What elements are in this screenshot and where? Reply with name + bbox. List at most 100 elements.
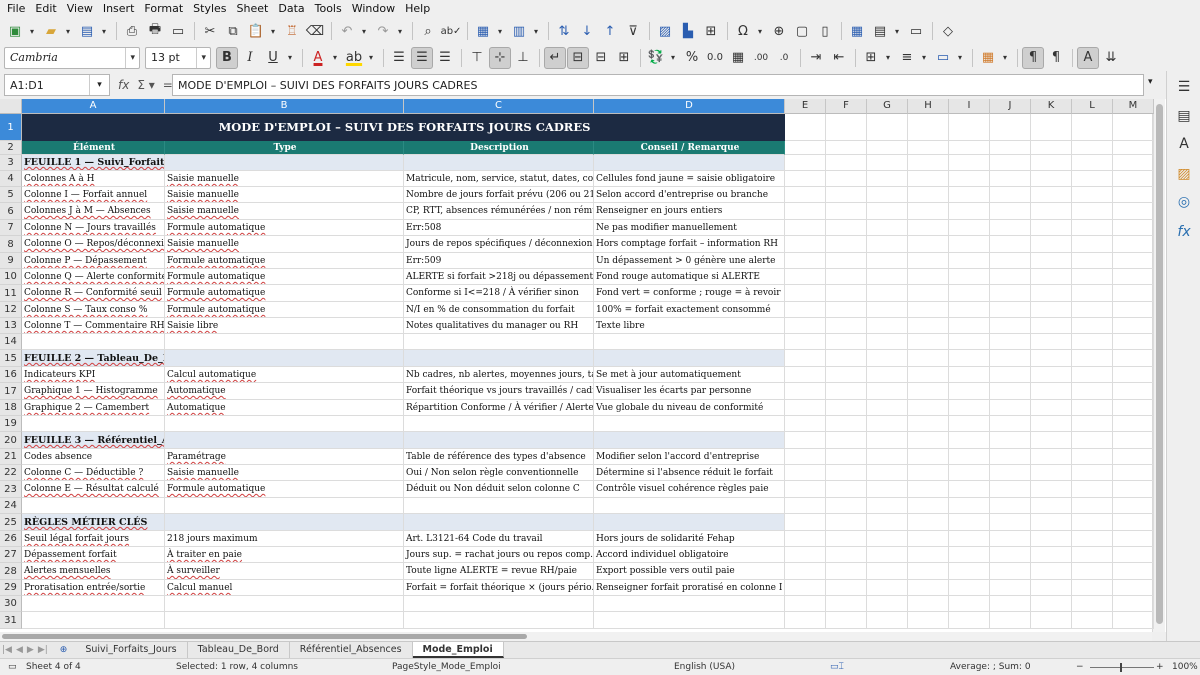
align-top-icon[interactable]: ⊤ <box>466 47 488 69</box>
grid-cell[interactable] <box>826 253 867 269</box>
zoom-level[interactable]: 100% <box>1172 662 1198 672</box>
grid-cell[interactable] <box>826 334 867 350</box>
grid-cell[interactable] <box>867 141 908 155</box>
grid-cell[interactable] <box>867 580 908 596</box>
export-pdf-icon[interactable]: ⎙ <box>121 20 143 42</box>
grid-cell[interactable] <box>949 253 990 269</box>
decrease-indent-icon[interactable]: ⇤ <box>828 47 850 69</box>
data-cell[interactable]: Colonnes A à H <box>22 171 165 187</box>
grid-cell[interactable] <box>785 220 826 236</box>
row-header[interactable]: 30 <box>0 596 22 612</box>
grid-cell[interactable] <box>949 531 990 547</box>
data-cell[interactable]: Formule automatique <box>165 302 404 318</box>
sheet-tab[interactable]: Référentiel_Absences <box>290 642 413 658</box>
grid-cell[interactable] <box>908 596 949 612</box>
grid-cell[interactable] <box>908 481 949 498</box>
section-filler-cell[interactable] <box>165 155 404 171</box>
grid-cell[interactable] <box>826 547 867 563</box>
grid-cell[interactable] <box>1031 367 1072 383</box>
grid-cell[interactable] <box>785 612 826 629</box>
data-cell[interactable]: Colonne T — Commentaire RH <box>22 318 165 334</box>
grid-cell[interactable] <box>1113 285 1154 302</box>
menu-edit[interactable]: Edit <box>30 0 61 18</box>
row-header[interactable]: 2 <box>0 141 22 155</box>
chevron-down-icon[interactable]: ▾ <box>196 47 206 68</box>
grid-cell[interactable] <box>1072 580 1113 596</box>
grid-cell[interactable] <box>908 416 949 432</box>
grid-cell[interactable] <box>1113 432 1154 449</box>
data-cell[interactable]: Détermine si l'absence réduit le forfait <box>594 465 785 481</box>
grid-cell[interactable] <box>908 432 949 449</box>
menu-styles[interactable]: Styles <box>188 0 231 18</box>
data-cell[interactable]: Paramétrage <box>165 449 404 465</box>
formula-input[interactable]: MODE D'EMPLOI – SUIVI DES FORFAITS JOURS… <box>172 74 1144 96</box>
special-character-dropdown-icon[interactable]: ▾ <box>755 20 765 42</box>
data-cell[interactable]: Colonne Q — Alerte conformité <box>22 269 165 285</box>
row-header[interactable]: 26 <box>0 531 22 547</box>
open-dropdown-icon[interactable]: ▾ <box>63 20 73 42</box>
row-header[interactable]: 24 <box>0 498 22 514</box>
grid-cell[interactable] <box>908 547 949 563</box>
grid-cell[interactable] <box>785 236 826 253</box>
grid-cell[interactable] <box>990 155 1031 171</box>
data-cell[interactable]: Cellules fond jaune = saisie obligatoire <box>594 171 785 187</box>
grid-cell[interactable] <box>1031 383 1072 400</box>
grid-cell[interactable] <box>826 302 867 318</box>
grid-cell[interactable] <box>1113 547 1154 563</box>
data-cell[interactable]: 100% = forfait exactement consommé <box>594 302 785 318</box>
grid-cell[interactable] <box>826 187 867 203</box>
grid-cell[interactable] <box>1072 334 1113 350</box>
grid-cell[interactable] <box>826 400 867 416</box>
grid-cell[interactable] <box>1072 547 1113 563</box>
grid-cell[interactable] <box>990 612 1031 629</box>
border-color-icon[interactable]: ▭ <box>932 47 954 69</box>
section-filler-cell[interactable] <box>594 514 785 531</box>
grid-cell[interactable] <box>1031 253 1072 269</box>
grid-cell[interactable] <box>1072 220 1113 236</box>
data-cell[interactable]: Accord individuel obligatoire <box>594 547 785 563</box>
grid-cell[interactable] <box>908 236 949 253</box>
data-cell[interactable]: Conforme si I<=218 / À vérifier sinon <box>404 285 594 302</box>
grid-cell[interactable] <box>908 449 949 465</box>
grid-cell[interactable] <box>1072 514 1113 531</box>
data-cell[interactable]: Saisie manuelle <box>165 187 404 203</box>
grid-cell[interactable] <box>867 432 908 449</box>
save-icon[interactable]: ▤ <box>76 20 98 42</box>
grid-cell[interactable] <box>1113 465 1154 481</box>
grid-cell[interactable] <box>949 514 990 531</box>
data-cell[interactable]: Calcul manuel <box>165 580 404 596</box>
font-color-icon[interactable]: A <box>307 47 329 69</box>
data-cell[interactable]: Colonne R — Conformité seuil <box>22 285 165 302</box>
row-header[interactable]: 25 <box>0 514 22 531</box>
header-cell[interactable]: Description <box>404 141 594 155</box>
grid-cell[interactable] <box>1072 203 1113 220</box>
grid-cell[interactable] <box>1113 596 1154 612</box>
grid-cell[interactable] <box>1031 432 1072 449</box>
data-cell[interactable] <box>594 334 785 350</box>
zoom-slider-knob[interactable] <box>1120 663 1122 672</box>
grid-cell[interactable] <box>826 481 867 498</box>
grid-cell[interactable] <box>908 400 949 416</box>
data-cell[interactable]: Toute ligne ALERTE = revue RH/paie <box>404 563 594 580</box>
row-header[interactable]: 15 <box>0 350 22 367</box>
data-cell[interactable]: Jours sup. = rachat jours ou repos comp. <box>404 547 594 563</box>
grid-cell[interactable] <box>908 465 949 481</box>
sheet-tab[interactable]: Suivi_Forfaits_Jours <box>75 642 188 658</box>
hyperlink-icon[interactable]: ⊕ <box>768 20 790 42</box>
grid-cell[interactable] <box>826 367 867 383</box>
row-header[interactable]: 12 <box>0 302 22 318</box>
grid-cell[interactable] <box>990 596 1031 612</box>
grid-cell[interactable] <box>1031 531 1072 547</box>
grid-cell[interactable] <box>826 531 867 547</box>
decimal-format-icon[interactable]: 0.0 <box>704 47 726 69</box>
currency-format-icon[interactable]: 💱 <box>645 47 667 69</box>
grid-cell[interactable] <box>990 114 1031 141</box>
grid-cell[interactable] <box>990 171 1031 187</box>
column-header-d[interactable]: D <box>594 99 785 114</box>
grid-cell[interactable] <box>1072 531 1113 547</box>
first-sheet-icon[interactable]: |◀ <box>0 645 14 655</box>
grid-cell[interactable] <box>826 269 867 285</box>
column-header-f[interactable]: F <box>826 99 867 114</box>
grid-cell[interactable] <box>1031 141 1072 155</box>
data-cell[interactable]: Graphique 1 — Histogramme <box>22 383 165 400</box>
